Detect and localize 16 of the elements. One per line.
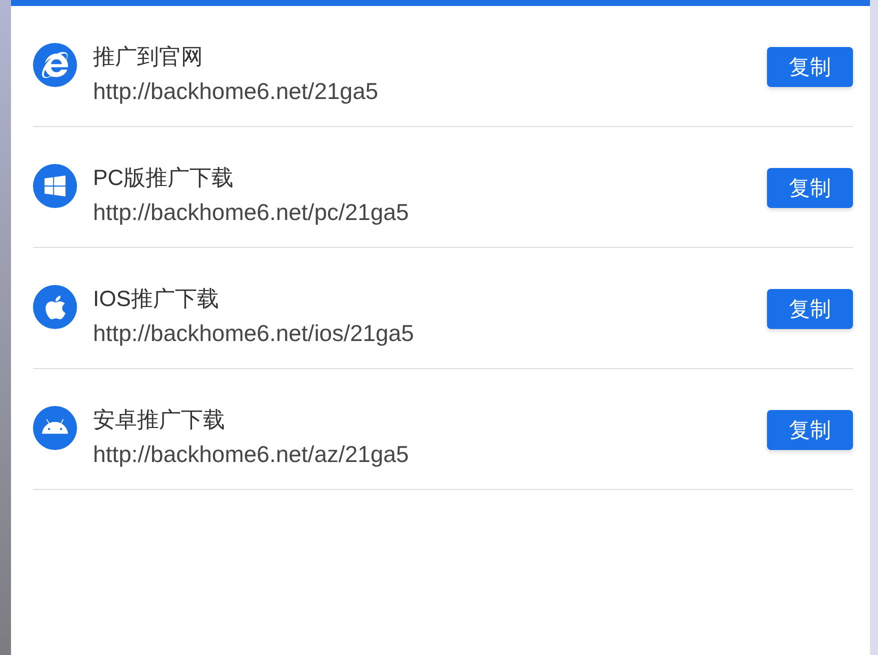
link-url: http://backhome6.net/21ga5 [93,77,378,105]
link-title: 安卓推广下载 [93,406,226,434]
copy-button[interactable]: 复制 [767,168,853,208]
android-robot-icon [33,406,77,450]
link-url: http://backhome6.net/ios/21ga5 [93,319,414,347]
link-title: PC版推广下载 [93,164,235,192]
link-title: 推广到官网 [93,43,204,71]
link-title: IOS推广下载 [93,285,220,313]
link-url: http://backhome6.net/az/21ga5 [93,440,409,468]
copy-button[interactable]: 复制 [767,289,853,329]
browser-e-icon [33,43,77,87]
copy-button[interactable]: 复制 [767,410,853,450]
link-url: http://backhome6.net/pc/21ga5 [93,198,409,226]
windows-icon [33,164,77,208]
copy-button[interactable]: 复制 [767,47,853,87]
apple-icon [33,285,77,329]
